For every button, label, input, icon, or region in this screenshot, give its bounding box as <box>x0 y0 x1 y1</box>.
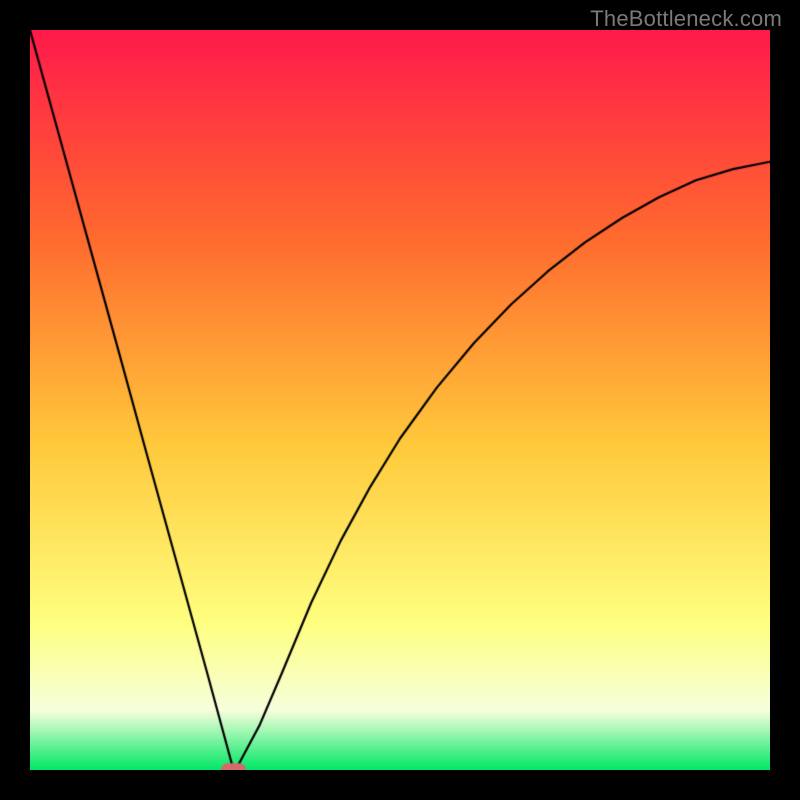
plot-area <box>30 30 770 770</box>
chart-canvas <box>30 30 770 770</box>
chart-frame: TheBottleneck.com <box>0 0 800 800</box>
watermark-text: TheBottleneck.com <box>590 6 782 32</box>
